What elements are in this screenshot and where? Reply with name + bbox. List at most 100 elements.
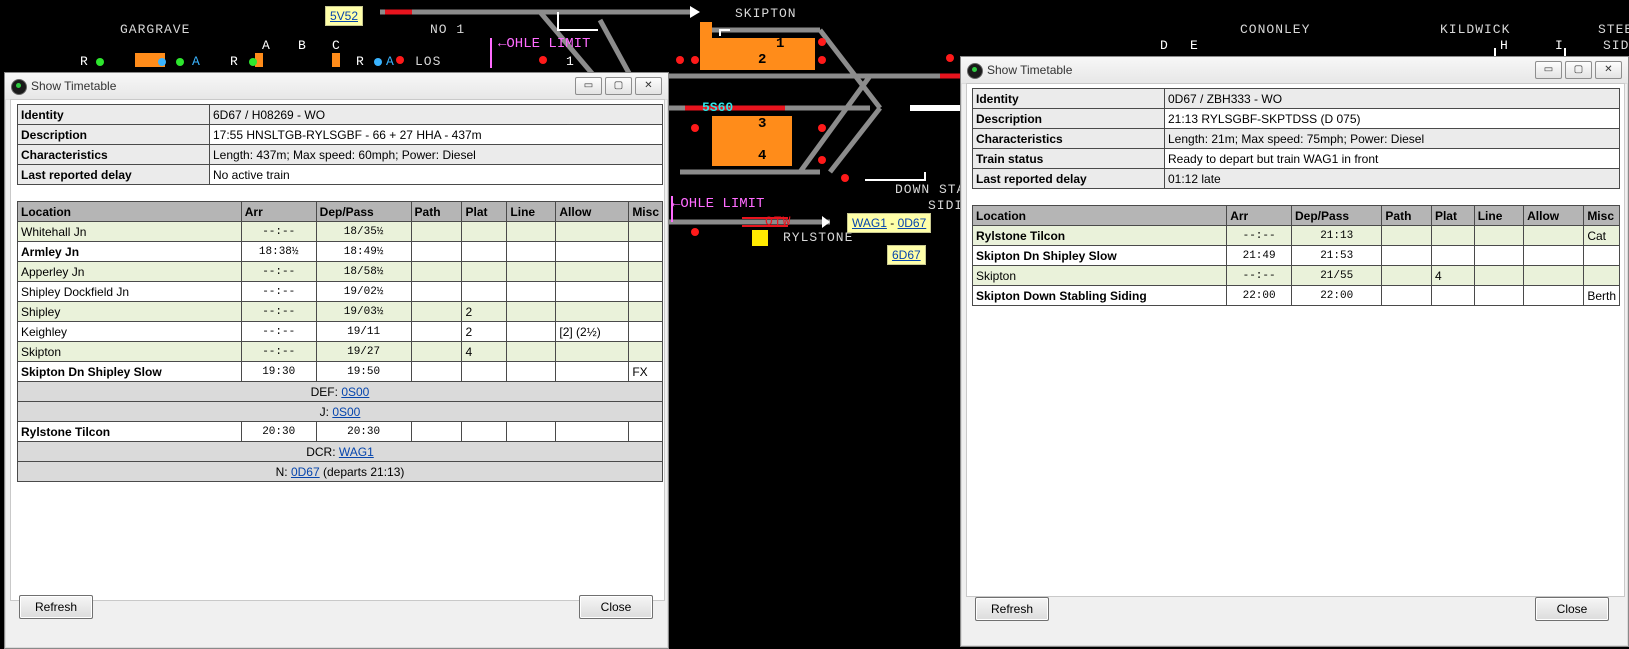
- marker-a3: A: [386, 54, 395, 69]
- col-line: Line: [1473, 205, 1525, 226]
- place-sidi-bottom: SIDI: [928, 198, 964, 213]
- info-label: Identity: [972, 88, 1165, 109]
- close-window-button[interactable]: ✕: [1595, 61, 1622, 79]
- link-def-train[interactable]: 0S00: [341, 385, 369, 399]
- train-info-table: Identity 6D67 / H08269 - WO Description 17…: [17, 104, 663, 185]
- info-value: 21:13 RYLSGBF-SKPTDSS (D 075): [1164, 108, 1620, 129]
- maximize-button[interactable]: ▢: [605, 77, 632, 95]
- app-icon: [11, 79, 27, 95]
- info-label: Description: [17, 124, 210, 145]
- place-stee: STEE: [1598, 22, 1629, 37]
- col-misc: Misc: [628, 201, 663, 222]
- col-arr: Arr: [1226, 205, 1293, 226]
- place-no1: NO 1: [430, 22, 466, 37]
- info-value: Ready to depart but train WAG1 in front: [1164, 148, 1620, 169]
- minimize-button[interactable]: ▭: [1535, 61, 1562, 79]
- train-link-6d67[interactable]: 6D67: [892, 248, 921, 262]
- col-allow: Allow: [555, 201, 630, 222]
- marker-otw: OTW: [765, 214, 792, 229]
- table-row[interactable]: Armley Jn 18:38½ 18:49½: [17, 241, 663, 262]
- col-misc: Misc: [1583, 205, 1620, 226]
- table-row[interactable]: Rylstone Tilcon 20:30 20:30: [17, 421, 663, 442]
- table-row[interactable]: Apperley Jn --:-- 18/58½: [17, 261, 663, 282]
- place-kildwick: KILDWICK: [1440, 22, 1511, 37]
- table-row[interactable]: Skipton --:-- 21/55 4: [971, 265, 1620, 286]
- titlebar[interactable]: Show Timetable ▭ ▢ ✕: [5, 73, 668, 100]
- info-value: Length: 21m; Max speed: 75mph; Power: Di…: [1164, 128, 1620, 149]
- activity-row-j: J: 0S00: [17, 401, 663, 422]
- col-plat: Plat: [1430, 205, 1475, 226]
- info-value: 0D67 / ZBH333 - WO: [1164, 88, 1620, 109]
- link-dcr-train[interactable]: WAG1: [339, 445, 374, 459]
- close-button[interactable]: Close: [579, 595, 653, 619]
- table-row[interactable]: Whitehall Jn --:-- 18/35½: [17, 221, 663, 242]
- col-plat: Plat: [461, 201, 508, 222]
- train-link-0d67[interactable]: 0D67: [898, 216, 927, 230]
- signal-id: 5S60: [702, 100, 734, 115]
- link-n-train[interactable]: 0D67: [291, 465, 320, 479]
- titlebar[interactable]: Show Timetable ▭ ▢ ✕: [961, 57, 1628, 84]
- maximize-button[interactable]: ▢: [1565, 61, 1592, 79]
- timetable-content: Identity 0D67 / ZBH333 - WO Description 21…: [966, 83, 1625, 597]
- train-link-wag1[interactable]: WAG1: [852, 216, 887, 230]
- info-value: No active train: [209, 164, 663, 185]
- ohle-limit-upper: ←OHLE LIMIT: [498, 36, 591, 52]
- schedule-table: Location Arr Dep/Pass Path Plat Line All…: [17, 201, 663, 482]
- link-j-train[interactable]: 0S00: [332, 405, 360, 419]
- info-value: 01:12 late: [1164, 168, 1620, 189]
- marker-r1: R: [80, 54, 89, 69]
- place-skipton: SKIPTON: [735, 6, 797, 21]
- table-row[interactable]: Keighley --:-- 19/11 2 [2] (2½): [17, 321, 663, 342]
- train-tag-wag1-0d67[interactable]: WAG1 - 0D67: [847, 213, 932, 233]
- info-value: 6D67 / H08269 - WO: [209, 104, 663, 125]
- close-window-button[interactable]: ✕: [635, 77, 662, 95]
- refresh-button[interactable]: Refresh: [975, 597, 1049, 621]
- info-label: Last reported delay: [17, 164, 210, 185]
- activity-row-def: DEF: 0S00: [17, 381, 663, 402]
- marker-a2: A: [262, 38, 271, 53]
- table-row[interactable]: Skipton Dn Shipley Slow 21:49 21:53: [971, 245, 1620, 266]
- berth-4: 4: [758, 148, 767, 164]
- marker-a1: A: [192, 54, 201, 69]
- col-path: Path: [410, 201, 463, 222]
- timetable-content: Identity 6D67 / H08269 - WO Description 17…: [10, 99, 665, 601]
- train-link-5v52[interactable]: 5V52: [330, 9, 358, 23]
- place-los: LOS: [415, 54, 442, 69]
- place-sidi-top: SIDI: [1603, 38, 1629, 53]
- table-row[interactable]: Rylstone Tilcon --:-- 21:13 Cat: [971, 225, 1620, 246]
- table-row[interactable]: Shipley --:-- 19/03½ 2: [17, 301, 663, 322]
- activity-row-dcr: DCR: WAG1: [17, 441, 663, 462]
- place-down-sta: DOWN STA: [895, 182, 966, 197]
- marker-h: H: [1500, 38, 1509, 53]
- info-label: Train status: [972, 148, 1165, 169]
- table-row[interactable]: Skipton --:-- 19/27 4: [17, 341, 663, 362]
- marker-d: D: [1160, 38, 1169, 53]
- activity-row-n: N: 0D67 (departs 21:13): [17, 461, 663, 482]
- train-tag-5v52[interactable]: 5V52: [325, 6, 364, 26]
- close-button[interactable]: Close: [1535, 597, 1609, 621]
- ohle-limit-lower: ←OHLE LIMIT: [672, 196, 765, 212]
- minimize-button[interactable]: ▭: [575, 77, 602, 95]
- place-cononley: CONONLEY: [1240, 22, 1311, 37]
- table-row[interactable]: Skipton Down Stabling Siding 22:00 22:00 Be…: [971, 285, 1620, 306]
- marker-i: I: [1555, 38, 1564, 53]
- marker-e: E: [1190, 38, 1199, 53]
- marker-1: 1: [566, 54, 575, 69]
- info-label: Characteristics: [17, 144, 210, 165]
- info-label: Description: [972, 108, 1165, 129]
- info-label: Last reported delay: [972, 168, 1165, 189]
- refresh-button[interactable]: Refresh: [19, 595, 93, 619]
- train-tag-6d67[interactable]: 6D67: [887, 245, 926, 265]
- window-title: Show Timetable: [987, 63, 1073, 77]
- train-info-table: Identity 0D67 / ZBH333 - WO Description 21…: [972, 88, 1620, 189]
- marker-b: B: [298, 38, 307, 53]
- col-allow: Allow: [1523, 205, 1585, 226]
- app-icon: [967, 63, 983, 79]
- info-label: Characteristics: [972, 128, 1165, 149]
- timetable-window-right: Show Timetable ▭ ▢ ✕ Identity 0D67 / ZBH3…: [960, 56, 1629, 647]
- table-row[interactable]: Skipton Dn Shipley Slow 19:30 19:50 FX: [17, 361, 663, 382]
- table-row[interactable]: Shipley Dockfield Jn --:-- 19/02½: [17, 281, 663, 302]
- berth-1: 1: [776, 36, 785, 52]
- col-dep: Dep/Pass: [315, 201, 412, 222]
- timetable-window-left: Show Timetable ▭ ▢ ✕ Identity 6D67 / H082…: [4, 72, 669, 649]
